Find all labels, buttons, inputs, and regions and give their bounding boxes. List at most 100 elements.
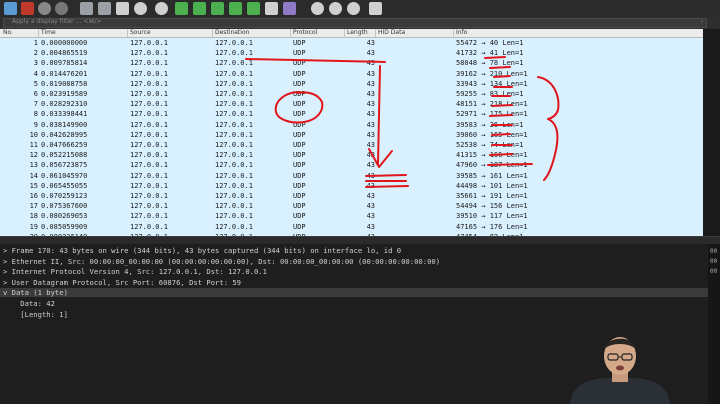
- packet-row[interactable]: 12 0.052215088 127.0.0.1 127.0.0.1 UDP 43 4131…: [0, 150, 703, 161]
- packet-cell-src: 127.0.0.1: [130, 79, 168, 88]
- goto-packet-icon[interactable]: [211, 2, 224, 15]
- packet-cell-info: 39060 → 165 Len=1: [456, 130, 528, 139]
- packet-list[interactable]: No. Time Source Destination Protocol Len…: [0, 29, 703, 236]
- col-time-header[interactable]: Time: [41, 29, 56, 37]
- detail-udp[interactable]: > User Datagram Protocol, Src Port: 6087…: [3, 278, 241, 287]
- packet-row[interactable]: 8 0.033398441 127.0.0.1 127.0.0.1 UDP 43 52971…: [0, 109, 703, 120]
- first-packet-icon[interactable]: [229, 2, 242, 15]
- packet-cell-len: 43: [366, 100, 375, 109]
- back-icon[interactable]: [175, 2, 188, 15]
- reload-icon[interactable]: [134, 2, 147, 15]
- main-toolbar: [0, 0, 720, 18]
- packet-row[interactable]: 18 0.080269053 127.0.0.1 127.0.0.1 UDP 43 3951…: [0, 211, 703, 222]
- col-source-header[interactable]: Source: [130, 29, 151, 37]
- packet-cell-dst: 127.0.0.1: [215, 161, 253, 170]
- packet-cell-len: 43: [366, 151, 375, 160]
- detail-ethernet[interactable]: > Ethernet II, Src: 00:00:00_00:00:00 (0…: [3, 257, 440, 266]
- col-info-header[interactable]: Info: [456, 29, 467, 37]
- packet-cell-proto: UDP: [293, 49, 306, 58]
- packet-cell-info: 39162 → 210 Len=1: [456, 69, 528, 78]
- close-file-icon[interactable]: [4, 2, 17, 15]
- packet-cell-no: 18: [29, 212, 38, 221]
- packet-row[interactable]: 3 0.009785814 127.0.0.1 127.0.0.1 UDP 43 58048…: [0, 58, 703, 69]
- packet-cell-dst: 127.0.0.1: [215, 90, 253, 98]
- packet-cell-src: 127.0.0.1: [130, 222, 168, 231]
- restart-capture-icon[interactable]: [38, 2, 51, 15]
- col-protocol-header[interactable]: Protocol: [293, 29, 317, 37]
- forward-icon[interactable]: [193, 2, 206, 15]
- save-file-icon[interactable]: [98, 2, 111, 15]
- col-hid-data-header[interactable]: HID Data: [378, 29, 405, 37]
- packet-row[interactable]: 15 0.065455055 127.0.0.1 127.0.0.1 UDP 43 4449…: [0, 180, 703, 191]
- last-packet-icon[interactable]: [247, 2, 260, 15]
- packet-cell-time: 0.047666259: [41, 141, 88, 149]
- packet-cell-info: 35661 → 191 Len=1: [456, 192, 528, 200]
- packet-cell-time: 0.065455055: [41, 181, 88, 190]
- col-destination-header[interactable]: Destination: [215, 29, 249, 37]
- zoom-in-icon[interactable]: [311, 2, 324, 15]
- packet-row[interactable]: 9 0.038149900 127.0.0.1 127.0.0.1 UDP 43 39583…: [0, 119, 703, 130]
- close-x-icon[interactable]: [116, 2, 129, 15]
- packet-row[interactable]: 16 0.070259123 127.0.0.1 127.0.0.1 UDP 43 3566…: [0, 191, 703, 202]
- packet-list-header: No. Time Source Destination Protocol Len…: [0, 29, 703, 38]
- packet-row[interactable]: 2 0.004865519 127.0.0.1 127.0.0.1 UDP 43 41732…: [0, 48, 703, 59]
- display-filter-input[interactable]: Apply a display filter … <⌘/> ›: [3, 18, 707, 28]
- packet-row[interactable]: 1 0.000000000 127.0.0.1 127.0.0.1 UDP 43 55472…: [0, 38, 703, 49]
- packet-cell-info: 44498 → 101 Len=1: [456, 181, 528, 190]
- packet-cell-info: 39585 → 161 Len=1: [456, 171, 528, 180]
- packet-row[interactable]: 10 0.042628995 127.0.0.1 127.0.0.1 UDP 43 3906…: [0, 129, 703, 140]
- packet-row[interactable]: 11 0.047666259 127.0.0.1 127.0.0.1 UDP 43 5253…: [0, 140, 703, 151]
- options-gear-icon[interactable]: [55, 2, 68, 15]
- detail-ipv4[interactable]: > Internet Protocol Version 4, Src: 127.…: [3, 267, 267, 276]
- detail-data-length[interactable]: [Length: 1]: [3, 310, 68, 319]
- packet-cell-proto: UDP: [293, 79, 306, 88]
- packet-cell-len: 43: [366, 120, 375, 129]
- hex-pane: 00 00 00: [708, 244, 720, 404]
- packet-cell-proto: UDP: [293, 90, 306, 98]
- packet-row[interactable]: 19 0.085059909 127.0.0.1 127.0.0.1 UDP 43 4716…: [0, 221, 703, 232]
- zoom-out-icon[interactable]: [329, 2, 342, 15]
- packet-row[interactable]: 6 0.023919589 127.0.0.1 127.0.0.1 UDP 43 59255…: [0, 89, 703, 100]
- filter-arrow-icon[interactable]: ›: [701, 18, 703, 25]
- packet-cell-no: 15: [29, 181, 38, 190]
- detail-data[interactable]: v Data (1 byte): [0, 288, 711, 298]
- packet-row[interactable]: 5 0.019088758 127.0.0.1 127.0.0.1 UDP 43 33943…: [0, 78, 703, 89]
- packet-cell-no: 4: [33, 69, 38, 78]
- packet-cell-len: 43: [366, 39, 375, 47]
- packet-cell-proto: UDP: [293, 212, 306, 221]
- resize-columns-icon[interactable]: [369, 2, 382, 15]
- presenter-webcam: [570, 337, 670, 404]
- packet-cell-time: 0.000000000: [41, 39, 88, 47]
- packet-cell-proto: UDP: [293, 110, 306, 119]
- autoscroll-icon[interactable]: [265, 2, 278, 15]
- packet-cell-time: 0.038149900: [41, 120, 88, 129]
- normal-size-icon[interactable]: [347, 2, 360, 15]
- col-length-header[interactable]: Length: [347, 29, 368, 37]
- packet-cell-src: 127.0.0.1: [130, 120, 168, 129]
- packet-cell-len: 43: [366, 192, 375, 200]
- packet-cell-len: 43: [366, 69, 375, 78]
- open-file-icon[interactable]: [80, 2, 93, 15]
- hex-byte: 00: [710, 268, 718, 275]
- colorize-icon[interactable]: [283, 2, 296, 15]
- detail-data-value[interactable]: Data: 42: [3, 299, 55, 308]
- col-no-header[interactable]: No.: [3, 29, 13, 37]
- packet-row[interactable]: 7 0.028292310 127.0.0.1 127.0.0.1 UDP 43 48151…: [0, 99, 703, 110]
- detail-frame[interactable]: > Frame 170: 43 bytes on wire (344 bits)…: [3, 246, 401, 255]
- packet-cell-src: 127.0.0.1: [130, 100, 168, 109]
- packet-cell-time: 0.009785814: [41, 59, 88, 68]
- packet-cell-time: 0.061045970: [41, 171, 88, 180]
- packet-cell-proto: UDP: [293, 151, 306, 160]
- packet-cell-info: 47960 → 187 Len=1: [456, 161, 528, 170]
- packet-row[interactable]: 17 0.075367600 127.0.0.1 127.0.0.1 UDP 43 5449…: [0, 201, 703, 212]
- packet-list-scrollbar[interactable]: [703, 29, 720, 236]
- packet-row[interactable]: 14 0.061045970 127.0.0.1 127.0.0.1 UDP 43 3958…: [0, 170, 703, 181]
- find-icon[interactable]: [155, 2, 168, 15]
- packet-row[interactable]: 13 0.056723875 127.0.0.1 127.0.0.1 UDP 43 4796…: [0, 160, 703, 171]
- stop-capture-icon[interactable]: [21, 2, 34, 15]
- packet-cell-info: 54494 → 156 Len=1: [456, 202, 528, 211]
- packet-cell-proto: UDP: [293, 171, 306, 180]
- packet-cell-dst: 127.0.0.1: [215, 192, 253, 200]
- packet-cell-src: 127.0.0.1: [130, 212, 168, 221]
- packet-row[interactable]: 4 0.014476201 127.0.0.1 127.0.0.1 UDP 43 39162…: [0, 68, 703, 79]
